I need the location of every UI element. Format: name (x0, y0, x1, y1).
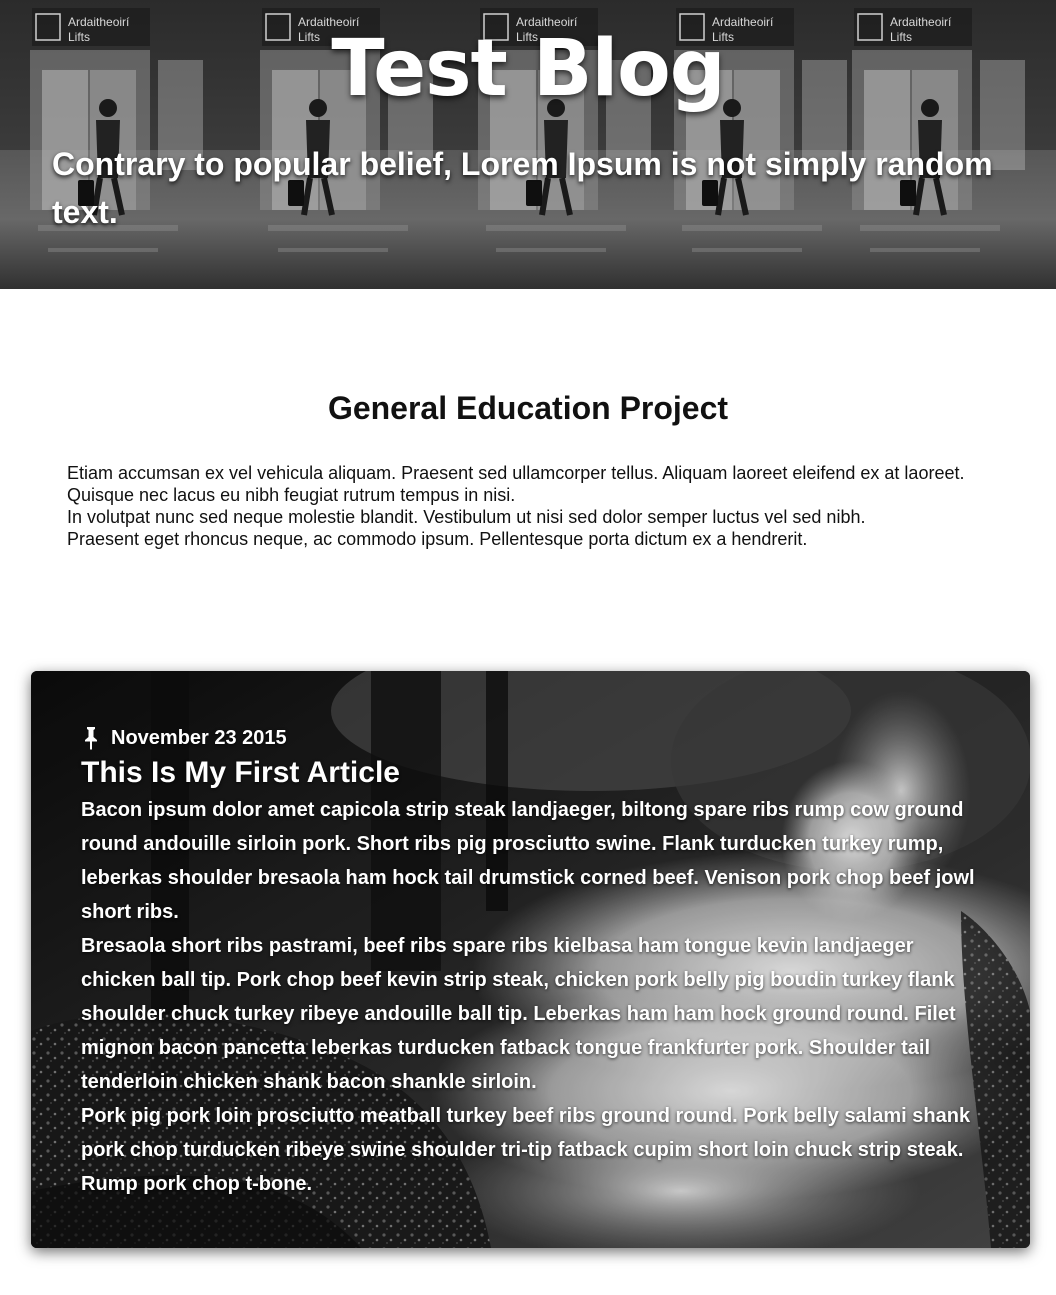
pin-icon (85, 727, 97, 750)
article-content: November 23 2015 This Is My First Articl… (81, 725, 981, 1201)
article-paragraph: Pork pig pork loin prosciutto meatball t… (81, 1105, 971, 1195)
intro-paragraph: In volutpat nunc sed neque molestie blan… (67, 507, 866, 527)
intro-paragraph: Quisque nec lacus eu nibh feugiat rutrum… (67, 485, 516, 505)
intro-paragraph: Etiam accumsan ex vel vehicula aliquam. … (67, 463, 965, 483)
article-meta: November 23 2015 (81, 725, 981, 751)
article-paragraph: Bresaola short ribs pastrami, beef ribs … (81, 935, 956, 1093)
article-date: November 23 2015 (111, 726, 287, 749)
blog-subtitle: Contrary to popular belief, Lorem Ipsum … (52, 146, 993, 230)
article-body: Bacon ipsum dolor amet capicola strip st… (81, 793, 981, 1201)
article-card: November 23 2015 This Is My First Articl… (31, 671, 1030, 1248)
intro-text: Etiam accumsan ex vel vehicula aliquam. … (67, 462, 992, 550)
section-heading: General Education Project (327, 390, 729, 426)
blog-title: Test Blog (331, 24, 725, 114)
hero-banner: Ardaitheoirí Lifts Ardaitheoirí Lifts Ardait… (0, 0, 1056, 289)
intro-paragraph: Praesent eget rhoncus neque, ac commodo … (67, 529, 808, 549)
article-title: This Is My First Article (81, 756, 400, 789)
article-paragraph: Bacon ipsum dolor amet capicola strip st… (81, 799, 975, 923)
